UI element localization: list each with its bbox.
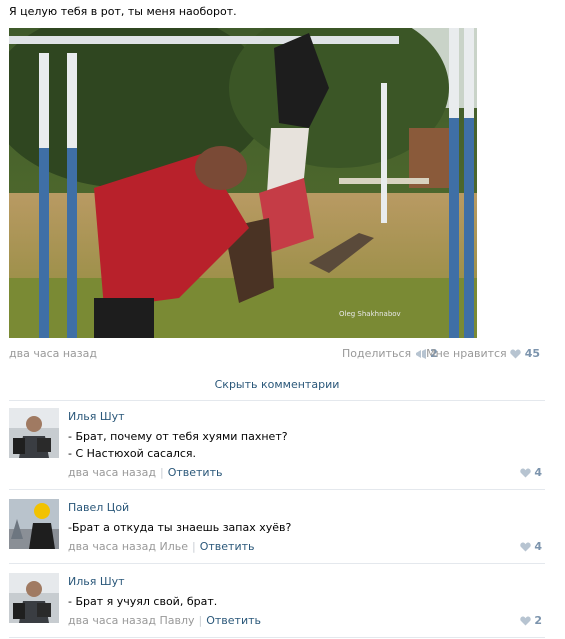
heart-icon — [519, 468, 531, 478]
comment-like-button[interactable]: 4 — [519, 466, 542, 479]
comment-time[interactable]: два часа назад Павлу — [68, 614, 195, 627]
comment-item: Илья Шут - Брат, почему от тебя хуями па… — [9, 408, 545, 483]
comment-line: - Брат я учуял свой, брат. — [68, 595, 218, 608]
comment-like-count: 2 — [534, 614, 542, 627]
reply-button[interactable]: Ответить — [206, 614, 261, 627]
avatar[interactable] — [9, 499, 59, 549]
comment-item: Павел Цой -Брат а откуда ты знаешь запах… — [9, 499, 545, 559]
reply-button[interactable]: Ответить — [200, 540, 255, 553]
comment-time[interactable]: два часа назад Илье — [68, 540, 188, 553]
like-button[interactable]: Мне нравится 45 — [426, 347, 540, 360]
comment-item: Илья Шут - Брат я учуял свой, брат. два … — [9, 573, 545, 633]
post-meta: два часа назад Поделиться 2 Мне нравится… — [9, 347, 540, 361]
avatar[interactable] — [9, 573, 59, 623]
comment-like-count: 4 — [534, 540, 542, 553]
comment-meta: два часа назад | Ответить — [68, 466, 222, 479]
photo-watermark: Oleg Shakhnabov — [339, 310, 401, 318]
comment-line: - С Настюхой сасался. — [68, 447, 197, 460]
comment-meta: два часа назад Илье | Ответить — [68, 540, 254, 553]
avatar-image — [9, 408, 59, 458]
comment-author[interactable]: Илья Шут — [68, 410, 125, 423]
meta-separator: | — [192, 540, 196, 553]
megaphone-icon — [415, 349, 426, 359]
heart-icon — [510, 349, 521, 359]
post-photo-image: Oleg Shakhnabov — [9, 28, 477, 338]
comment-line: -Брат а откуда ты знаешь запах хуёв? — [68, 521, 292, 534]
post-time[interactable]: два часа назад — [9, 347, 97, 360]
comment-like-count: 4 — [534, 466, 542, 479]
comment-like-button[interactable]: 2 — [519, 614, 542, 627]
like-count: 45 — [524, 347, 540, 360]
divider — [9, 637, 545, 638]
comment-text: - Брат я учуял свой, брат. — [68, 593, 217, 610]
hide-comments-link[interactable]: Скрыть комментарии — [9, 378, 545, 391]
avatar-image — [9, 499, 59, 549]
heart-icon — [519, 542, 531, 552]
post-photo[interactable]: Oleg Shakhnabov — [9, 28, 477, 338]
divider — [9, 563, 545, 564]
comment-like-button[interactable]: 4 — [519, 540, 542, 553]
comment-author[interactable]: Павел Цой — [68, 501, 129, 514]
comment-text: -Брат а откуда ты знаешь запах хуёв? — [68, 519, 291, 536]
avatar-image — [9, 573, 59, 623]
share-label: Поделиться — [342, 347, 412, 360]
comment-author[interactable]: Илья Шут — [68, 575, 125, 588]
comment-time[interactable]: два часа назад — [68, 466, 156, 479]
like-label: Мне нравится — [426, 347, 507, 360]
meta-separator: | — [198, 614, 203, 627]
heart-icon — [519, 616, 531, 626]
reply-button[interactable]: Ответить — [168, 466, 223, 479]
divider — [9, 400, 545, 401]
meta-separator: | — [159, 466, 164, 479]
comment-line: - Брат, почему от тебя хуями пахнет? — [68, 430, 288, 443]
avatar[interactable] — [9, 408, 59, 458]
comment-meta: два часа назад Павлу | Ответить — [68, 614, 261, 627]
divider — [9, 489, 545, 490]
share-button[interactable]: Поделиться 2 — [342, 347, 438, 360]
comment-text: - Брат, почему от тебя хуями пахнет? - С… — [68, 428, 288, 462]
post-text: Я целую тебя в рот, ты меня наоборот. — [9, 5, 237, 18]
